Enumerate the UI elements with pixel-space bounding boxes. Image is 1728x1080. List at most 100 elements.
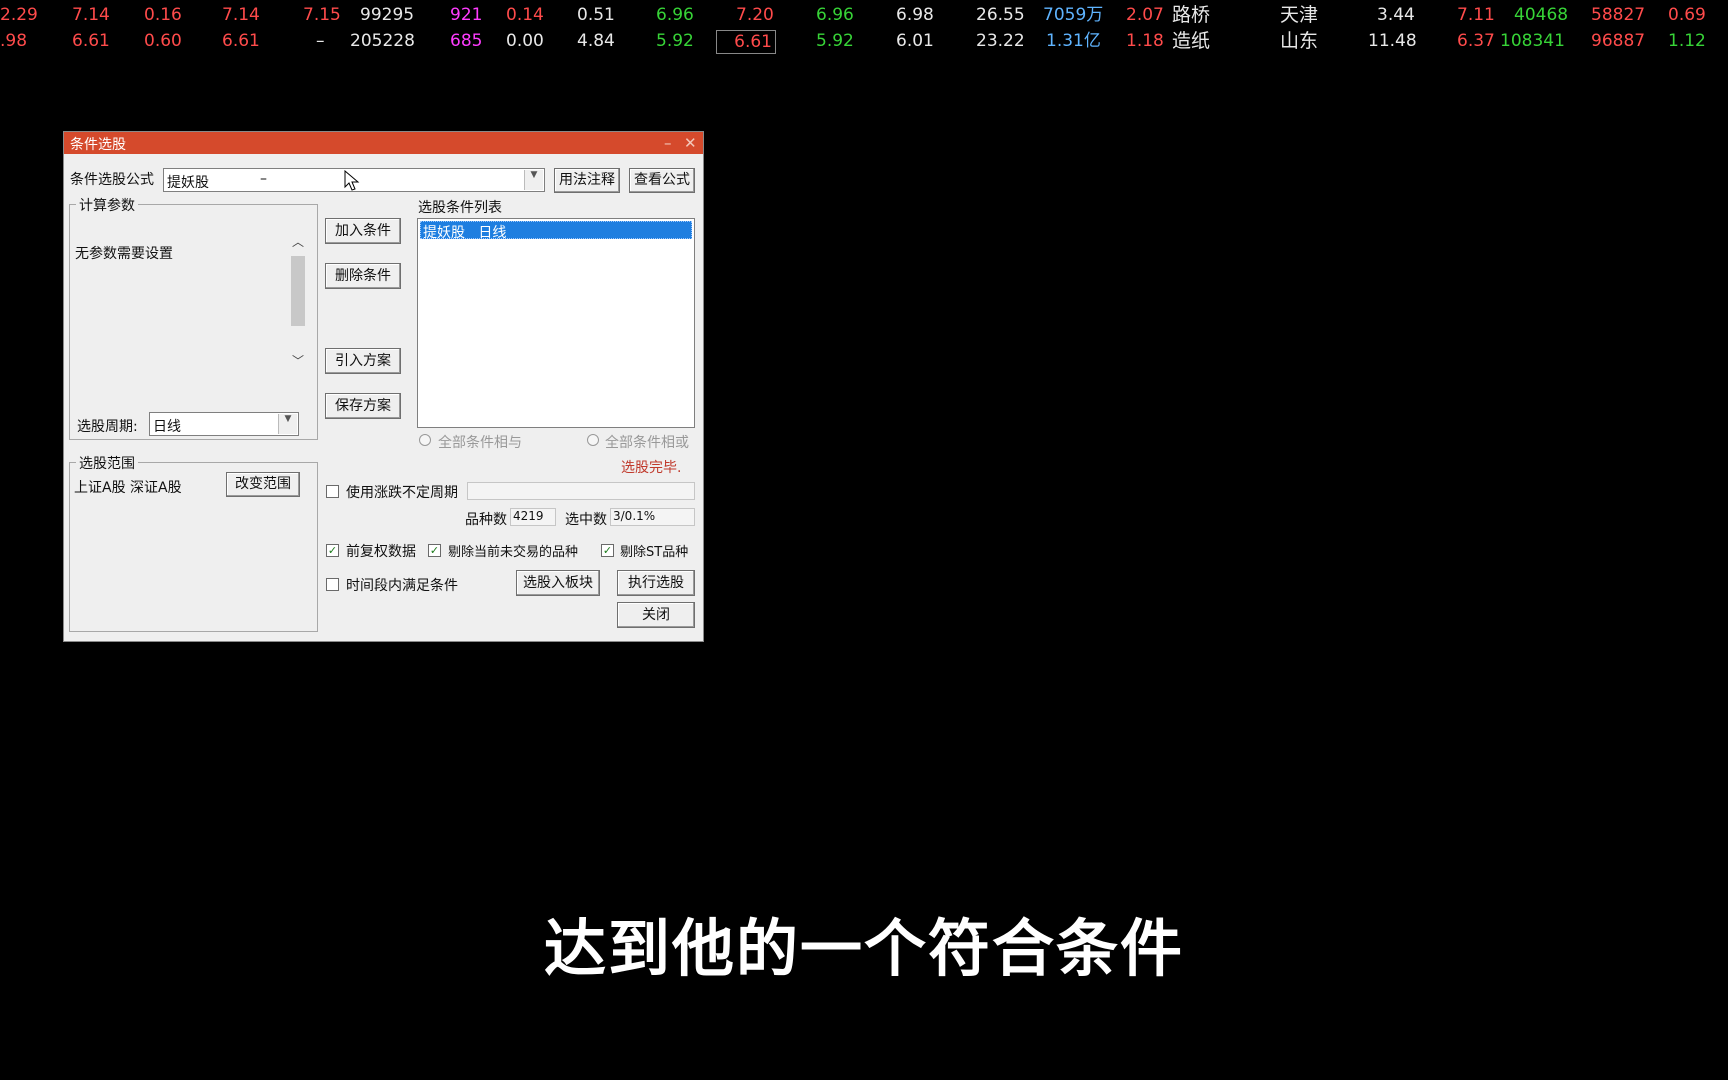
ticker-cell: 7.11: [1457, 5, 1495, 25]
conditions-list[interactable]: 提妖股 日线: [417, 218, 695, 428]
radio-or[interactable]: [587, 434, 599, 446]
ticker-cell: 26.55: [976, 5, 1025, 25]
ticker-cell: 山东: [1280, 30, 1319, 52]
selected-label: 选中数: [565, 512, 607, 528]
time-range-label: 时间段内满足条件: [346, 578, 458, 594]
close-button[interactable]: 关闭: [617, 602, 695, 628]
ticker-cell: 7.14: [72, 5, 110, 25]
period-label: 选股周期:: [77, 419, 138, 435]
ticker-cell: 天津: [1280, 4, 1319, 26]
selected-field: 3/0.1%: [610, 508, 695, 526]
delete-condition-button[interactable]: 删除条件: [325, 263, 401, 289]
scope-legend: 选股范围: [76, 453, 138, 473]
count-field: 4219: [510, 508, 556, 526]
ticker-cell: 2.29: [0, 5, 38, 25]
count-value: 4219: [513, 509, 544, 523]
ticker-cell: 0.51: [577, 5, 615, 25]
ticker-cell: 6.96: [816, 5, 854, 25]
ticker-cell: .98: [0, 31, 28, 51]
view-formula-button[interactable]: 查看公式: [629, 168, 695, 193]
ticker-cell: 路桥: [1172, 4, 1211, 26]
scroll-up-icon[interactable]: ︿: [292, 233, 304, 250]
ticker-cell: 1.31亿: [1046, 31, 1101, 51]
scope-text: 上证A股 深证A股: [74, 480, 182, 496]
ticker-cell: 0.60: [144, 31, 182, 51]
ticker-cell: 7059万: [1043, 5, 1104, 25]
ticker-row-2[interactable]: .98 6.61 0.60 6.61 – 205228 685 0.00 4.8…: [0, 28, 1728, 54]
ticker-cell: 685: [450, 31, 483, 51]
ticker-cell: 7.20: [736, 5, 774, 25]
ticker-cell: 5.92: [656, 31, 694, 51]
radio-and-label: 全部条件相与: [438, 435, 522, 451]
scroll-thumb[interactable]: [291, 256, 305, 326]
condition-item-selected[interactable]: 提妖股 日线: [420, 221, 692, 241]
ticker-cell: 96887: [1591, 31, 1646, 51]
radio-and[interactable]: [419, 434, 431, 446]
count-label: 品种数: [465, 512, 507, 528]
save-plan-button[interactable]: 保存方案: [325, 393, 401, 419]
ticker-cell: 0.00: [506, 31, 544, 51]
ticker-cell: 0.14: [506, 5, 544, 25]
ticker-cell: 205228: [350, 31, 415, 51]
formula-label: 条件选股公式: [70, 172, 154, 188]
formula-value: 提妖股: [167, 175, 209, 191]
adjusted-data-label: 前复权数据: [346, 544, 416, 560]
exclude-st-label: 剔除ST品种: [620, 545, 689, 560]
import-plan-button[interactable]: 引入方案: [325, 348, 401, 374]
variable-period-label: 使用涨跌不定周期: [346, 485, 458, 501]
adjusted-data-checkbox[interactable]: ✓: [326, 544, 339, 557]
ticker-cell: 1.12: [1668, 31, 1706, 51]
radio-or-label: 全部条件相或: [605, 435, 689, 451]
time-range-checkbox[interactable]: [326, 578, 339, 591]
ticker-cell: 58827: [1591, 5, 1646, 25]
period-select[interactable]: 日线 ▼: [149, 412, 299, 436]
chevron-down-icon[interactable]: ▼: [524, 170, 543, 190]
ticker-cell: 6.37: [1457, 31, 1495, 51]
period-value: 日线: [153, 419, 181, 435]
add-condition-button[interactable]: 加入条件: [325, 218, 401, 244]
ticker-cell: 4.84: [577, 31, 615, 51]
minimize-icon[interactable]: –: [664, 132, 672, 154]
dialog-title-bar[interactable]: 条件选股 – ✕: [64, 132, 703, 154]
condition-stock-selection-dialog: 条件选股 – ✕ 条件选股公式 提妖股 – ▼ 用法注释 查看公式 计算参数 无…: [63, 131, 704, 642]
execute-selection-button[interactable]: 执行选股: [617, 570, 695, 596]
ticker-cell: 99295: [360, 5, 415, 25]
condition-item-label: 提妖股 日线: [423, 225, 507, 241]
status-text: 选股完毕.: [621, 460, 682, 476]
ticker-cell: –: [316, 31, 325, 51]
ticker-cell: 6.96: [656, 5, 694, 25]
chevron-down-icon[interactable]: ▼: [278, 414, 297, 434]
ticker-cell: 40468: [1514, 5, 1569, 25]
ticker-cell: 造纸: [1172, 30, 1211, 52]
scroll-down-icon[interactable]: ﹀: [292, 352, 304, 369]
formula-dash: –: [260, 171, 267, 187]
ticker-cell: 7.14: [222, 5, 260, 25]
ticker-cell: 2.07: [1126, 5, 1164, 25]
exclude-untraded-label: 剔除当前未交易的品种: [448, 545, 579, 560]
exclude-untraded-checkbox[interactable]: ✓: [428, 544, 441, 557]
ticker-cell: 23.22: [976, 31, 1025, 51]
ticker-cell: 108341: [1500, 31, 1565, 51]
ticker-cell: 921: [450, 5, 483, 25]
params-legend: 计算参数: [76, 195, 138, 215]
change-scope-button[interactable]: 改变范围: [226, 472, 300, 497]
params-text: 无参数需要设置: [75, 246, 173, 262]
dialog-title: 条件选股: [70, 137, 126, 153]
exclude-st-checkbox[interactable]: ✓: [601, 544, 614, 557]
ticker-cell: 3.44: [1377, 5, 1415, 25]
ticker-cell: 0.69: [1668, 5, 1706, 25]
ticker-cell: 6.01: [896, 31, 934, 51]
usage-notes-button[interactable]: 用法注释: [554, 168, 620, 193]
selected-value: 3/0.1%: [613, 509, 656, 523]
add-to-block-button[interactable]: 选股入板块: [516, 570, 600, 596]
ticker-cell: 5.92: [816, 31, 854, 51]
ticker-cell: 1.18: [1126, 31, 1164, 51]
ticker-row-1[interactable]: 2.29 7.14 0.16 7.14 7.15 99295 921 0.14 …: [0, 2, 1728, 28]
variable-period-checkbox[interactable]: [326, 485, 339, 498]
params-scrollbar[interactable]: ︿ ﹀: [289, 233, 307, 372]
close-icon[interactable]: ✕: [684, 132, 697, 154]
ticker-cell: 6.61: [72, 31, 110, 51]
params-group: [69, 204, 318, 440]
variable-period-input[interactable]: [467, 482, 695, 500]
ticker-cell: 7.15: [303, 5, 341, 25]
